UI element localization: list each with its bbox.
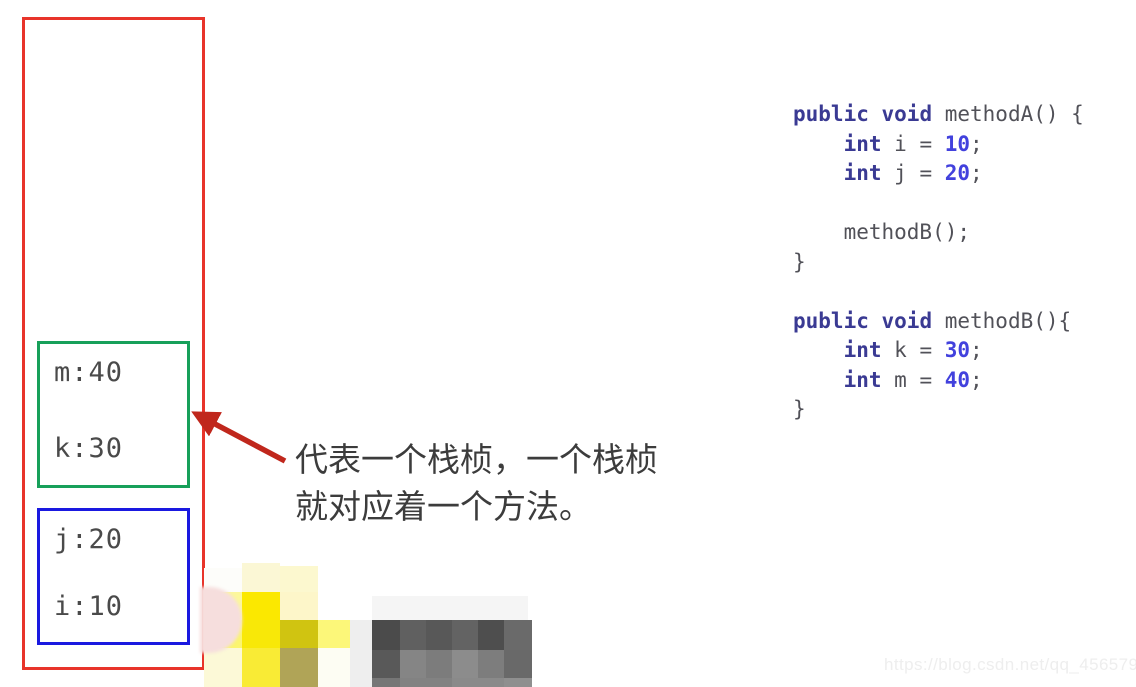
pixel-block <box>242 648 280 687</box>
pixel-block <box>280 566 318 602</box>
stack-entry-m: m:40 <box>54 357 124 388</box>
code-line: public void methodA() { <box>793 100 1084 130</box>
pixel-block <box>478 620 504 650</box>
pixel-block <box>204 592 242 626</box>
code-token-id: j = <box>881 161 945 185</box>
code-line: int k = 30; <box>793 336 1084 366</box>
code-token-kw: int <box>843 161 882 185</box>
pixel-block <box>400 678 452 687</box>
pixel-block <box>204 620 242 652</box>
code-token-kw: int <box>843 367 882 392</box>
code-token-num: 10 <box>944 131 971 156</box>
pixel-block <box>280 620 318 652</box>
stack-frame-methodb: m:40 k:30 <box>37 341 190 488</box>
code-token-id: ; <box>970 367 983 392</box>
code-token-id <box>793 338 844 362</box>
code-token-id <box>869 309 882 333</box>
code-token-kw: int <box>843 131 882 156</box>
code-token-id: ; <box>970 338 983 362</box>
stack-frame-methoda: j:20 i:10 <box>37 508 190 645</box>
pointer-arrow-icon <box>191 411 287 464</box>
code-line: } <box>793 248 1084 278</box>
pixel-block <box>280 592 318 626</box>
pixel-block <box>504 678 532 687</box>
code-token-num: 20 <box>944 161 971 185</box>
code-token-id: ; <box>970 131 983 156</box>
pixel-block <box>504 620 532 650</box>
pixel-block <box>426 620 452 650</box>
code-line: int i = 10; <box>793 130 1084 160</box>
code-token-kw: void <box>881 308 933 333</box>
pixel-block <box>452 678 504 687</box>
pixel-block <box>242 563 280 601</box>
pixel-block <box>372 678 400 687</box>
stack-entry-k: k:30 <box>54 433 124 464</box>
pixel-block <box>478 650 504 678</box>
code-token-kw: public <box>793 102 869 126</box>
annotation-line-1: 代表一个栈桢，一个栈桢 <box>295 440 658 479</box>
code-token-id: methodB(); <box>793 220 971 244</box>
pixel-block <box>426 650 452 678</box>
pixel-block <box>350 620 378 687</box>
code-line: methodB(); <box>793 218 1084 248</box>
code-token-id: methodA() { <box>932 102 1084 126</box>
code-token-id: k = <box>881 338 945 362</box>
pixel-block <box>452 650 478 678</box>
annotation-line-2: 就对应着一个方法。 <box>295 487 592 526</box>
code-token-id: m = <box>881 367 945 392</box>
pixel-block <box>242 620 280 652</box>
code-token-id <box>793 368 844 392</box>
code-token-id: } <box>793 397 806 421</box>
source-watermark: https://blog.csdn.net/qq_45657986 <box>884 655 1136 674</box>
stack-entry-i: i:10 <box>54 591 124 622</box>
code-line: int m = 40; <box>793 366 1084 396</box>
code-token-num: 40 <box>944 367 971 392</box>
code-token-kw: void <box>881 102 933 126</box>
code-token-kw: public <box>793 308 869 333</box>
java-code-snippet: public void methodA() { int i = 10; int … <box>793 100 1084 425</box>
pink-blob-shape <box>200 587 242 653</box>
pixel-block <box>400 620 426 650</box>
code-token-num: 30 <box>944 338 971 362</box>
stack-entry-j: j:20 <box>54 524 124 555</box>
pixel-block <box>372 650 400 678</box>
code-token-kw: int <box>843 338 882 362</box>
code-token-id <box>869 102 882 126</box>
code-line: } <box>793 395 1084 425</box>
code-token-id: methodB(){ <box>932 308 1072 333</box>
code-token-id: ; <box>970 161 983 185</box>
pixel-block <box>318 620 350 652</box>
pixel-block <box>452 620 478 650</box>
pixel-block <box>504 650 532 678</box>
code-token-id: } <box>793 249 806 274</box>
pixel-block <box>318 648 350 687</box>
pixel-block <box>204 568 242 602</box>
code-token-id <box>793 161 844 185</box>
annotation-caption: 代表一个栈桢，一个栈桢 就对应着一个方法。 <box>295 436 715 530</box>
pixel-block <box>204 648 242 687</box>
pixel-block <box>372 596 528 622</box>
code-token-id <box>793 132 844 156</box>
blurred-artifact-region <box>190 560 535 687</box>
code-line: int j = 20; <box>793 159 1084 189</box>
pixel-block <box>372 620 400 650</box>
code-line: public void methodB(){ <box>793 307 1084 337</box>
jvm-stack-outline: m:40 k:30 j:20 i:10 <box>22 17 205 670</box>
pixel-block <box>242 592 280 626</box>
code-token-id: i = <box>881 131 945 156</box>
pixel-block <box>280 648 318 687</box>
pixel-block <box>400 650 426 678</box>
